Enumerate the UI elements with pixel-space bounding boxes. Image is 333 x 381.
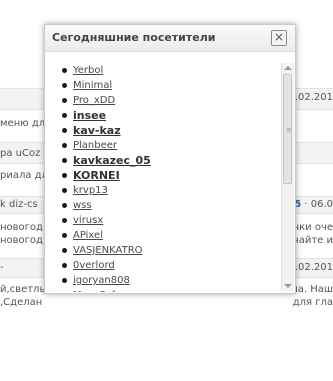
bullet-icon xyxy=(62,143,67,148)
bullet-icon xyxy=(62,233,67,238)
bullet-icon xyxy=(62,263,67,268)
user-link[interactable]: wss xyxy=(73,200,92,211)
list-item: Yerbol xyxy=(45,63,278,78)
scrollbar[interactable]: ≡ xyxy=(281,63,294,291)
user-link[interactable]: insee xyxy=(73,109,106,122)
list-item: Mr-mCafe xyxy=(45,288,278,292)
user-link[interactable]: KORNEI xyxy=(73,169,120,182)
bg-row-6-left: новогод xyxy=(0,222,43,233)
bullet-icon xyxy=(62,83,67,88)
user-link[interactable]: Mr-mCafe xyxy=(73,290,121,292)
bullet-icon xyxy=(62,98,67,103)
bullet-icon xyxy=(62,188,67,193)
bg-row-9-left: й,светлы xyxy=(0,284,48,295)
list-item: insee xyxy=(45,108,278,123)
list-item: KORNEI xyxy=(45,168,278,183)
bullet-icon xyxy=(62,113,67,118)
list-item: VASJENKATRO xyxy=(45,243,278,258)
scroll-thumb[interactable]: ≡ xyxy=(283,74,292,184)
list-item: APixel xyxy=(45,228,278,243)
bullet-icon xyxy=(62,158,67,163)
bullet-icon xyxy=(62,248,67,253)
bullet-icon xyxy=(62,68,67,73)
user-link[interactable]: igoryan808 xyxy=(73,275,130,286)
bg-row-10-right: для гла xyxy=(292,297,333,308)
list-item: Pro_xDD xyxy=(45,93,278,108)
user-link[interactable]: krvp13 xyxy=(73,185,108,196)
close-icon: × xyxy=(273,30,285,44)
user-link[interactable]: VASJENKATRO xyxy=(73,245,143,256)
list-item: 0verlord xyxy=(45,258,278,273)
bg-row-5-left: k diz-cs xyxy=(0,199,38,210)
scroll-up-arrow-icon[interactable] xyxy=(284,66,292,70)
bg-row-5-date: · 06.0 xyxy=(301,199,333,210)
list-item: igoryan808 xyxy=(45,273,278,288)
user-link[interactable]: kavkazec_05 xyxy=(73,154,151,167)
user-link[interactable]: kav-kaz xyxy=(73,124,121,137)
bullet-icon xyxy=(62,203,67,208)
list-item: Planbeer xyxy=(45,138,278,153)
list-item: Minimal xyxy=(45,78,278,93)
bullet-icon xyxy=(62,278,67,283)
user-link[interactable]: Pro_xDD xyxy=(73,95,115,106)
bg-row-6-right: нки оче xyxy=(292,222,333,233)
bullet-icon xyxy=(62,128,67,133)
bg-row-7-left: новогод xyxy=(0,235,43,246)
popup-header: Сегодняшние посетители × xyxy=(45,25,295,52)
grip-icon: ≡ xyxy=(286,126,292,134)
bullet-icon xyxy=(62,218,67,223)
user-link[interactable]: Minimal xyxy=(73,80,112,91)
scroll-down-arrow-icon[interactable] xyxy=(284,284,292,288)
visitors-popup: Сегодняшние посетители × Yerbol Minimal Pr… xyxy=(44,24,296,294)
list-item: virusx xyxy=(45,213,278,228)
close-button[interactable]: × xyxy=(271,30,287,46)
user-link[interactable]: Planbeer xyxy=(73,140,117,151)
bg-row-10-left: ,Сделан xyxy=(0,297,43,308)
popup-title: Сегодняшние посетители xyxy=(52,31,216,44)
user-link[interactable]: virusx xyxy=(73,215,103,226)
user-link[interactable]: Yerbol xyxy=(73,65,103,76)
bg-row-9-right: ла. Наш xyxy=(291,284,333,295)
bg-row-8-dash: - xyxy=(0,262,4,273)
list-item: kav-kaz xyxy=(45,123,278,138)
bg-row-5-right: 5 · 06.0 xyxy=(294,199,333,210)
visitor-list: Yerbol Minimal Pro_xDDinsee kav-kaz Planbeer… xyxy=(45,63,278,292)
list-item: kavkazec_05 xyxy=(45,153,278,168)
list-item: wss xyxy=(45,198,278,213)
user-link[interactable]: 0verlord xyxy=(73,260,115,271)
list-item: krvp13 xyxy=(45,183,278,198)
bullet-icon xyxy=(62,173,67,178)
user-link[interactable]: APixel xyxy=(73,230,103,241)
bg-row-10: ,Сделан для гла xyxy=(0,297,333,308)
